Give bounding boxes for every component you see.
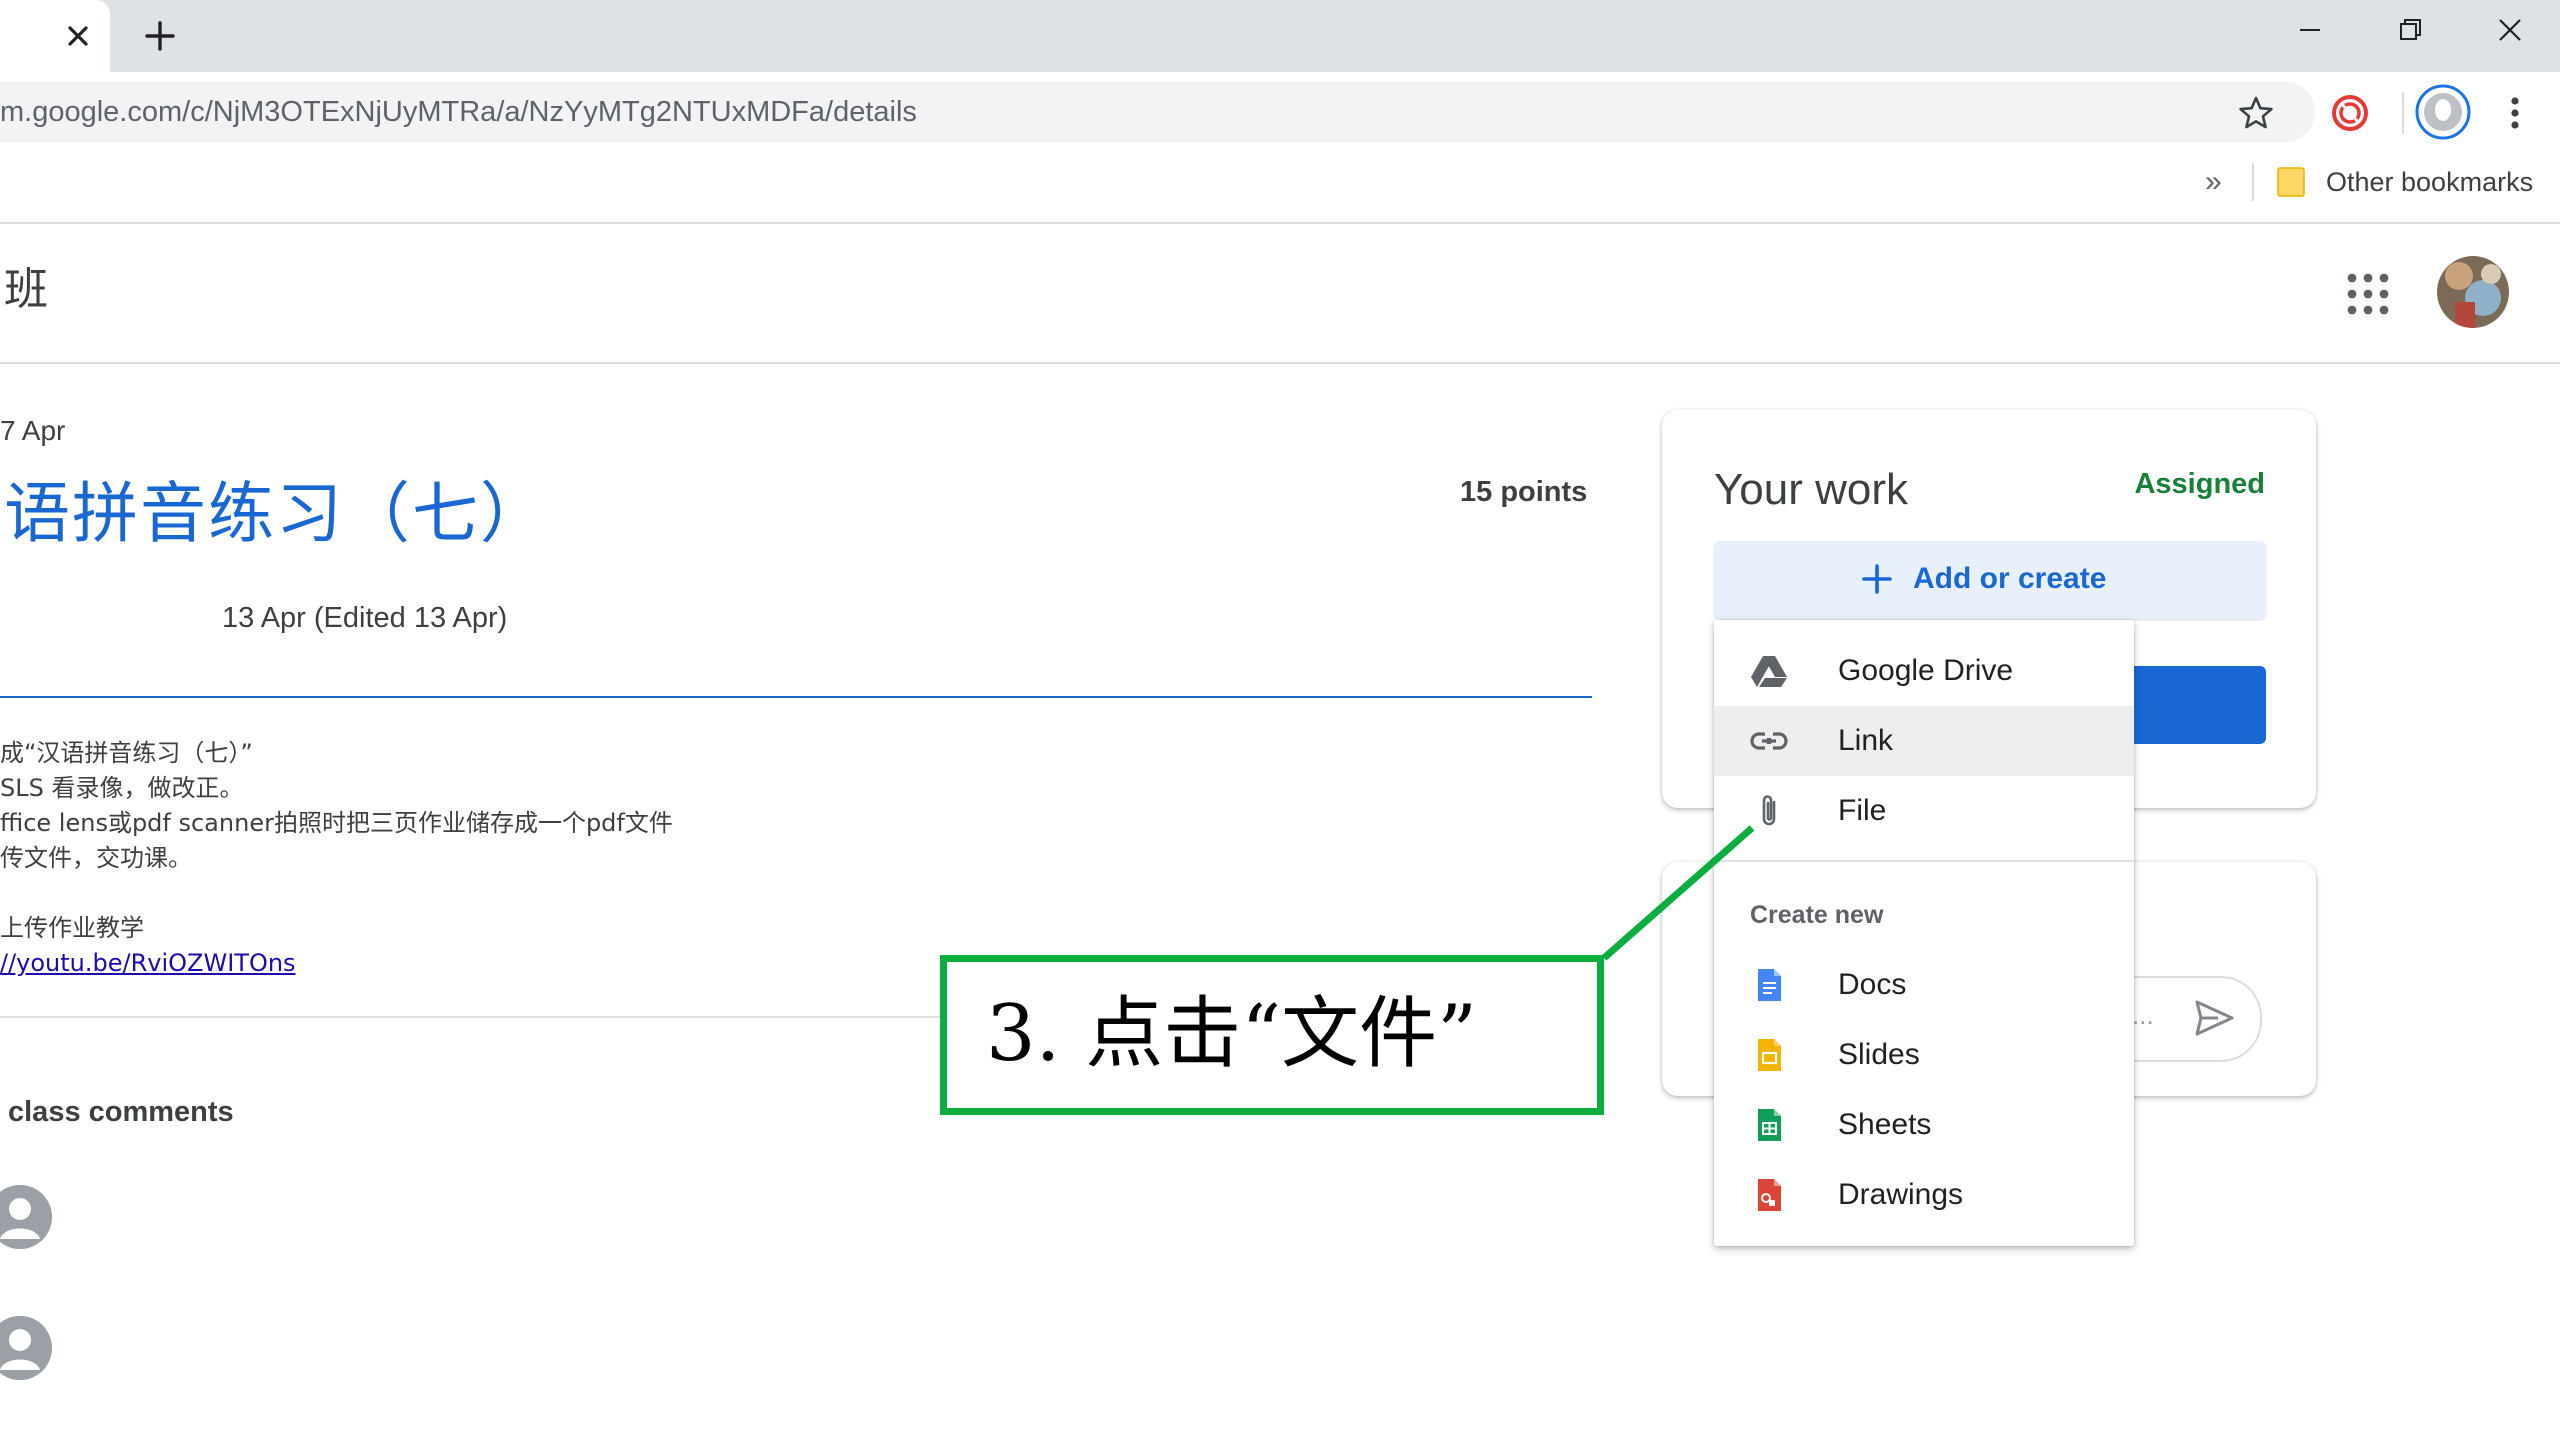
menu-item-link[interactable]: Link [1714, 706, 2134, 776]
link-icon [1750, 722, 1788, 760]
menu-item-drawings[interactable]: Drawings [1714, 1160, 2134, 1230]
add-or-create-label[interactable]: Add or create [1913, 558, 2106, 600]
menu-item-file[interactable]: File [1714, 776, 2134, 846]
bookmarks-overflow-button[interactable]: » [2205, 160, 2222, 204]
paperclip-icon [1750, 792, 1788, 830]
bookmarks-divider [2252, 163, 2254, 201]
description-line: SLS 看录像，做改正。 [0, 774, 244, 802]
browser-title-bar [0, 0, 2560, 72]
class-comments-heading: class comments [8, 1096, 234, 1128]
bookmark-star-icon[interactable] [2235, 92, 2277, 134]
assignment-description: 成“汉语拼音练习（七）” SLS 看录像，做改正。 ffice lens或pdf… [0, 736, 673, 981]
menu-item-google-drive[interactable]: Google Drive [1714, 636, 2134, 706]
menu-item-label: Link [1838, 724, 1894, 757]
your-work-title: Your work [1714, 465, 1909, 514]
slides-icon [1750, 1036, 1788, 1074]
user-avatar-icon [0, 1316, 52, 1380]
posted-date: 13 Apr (Edited 13 Apr) [222, 602, 508, 634]
menu-item-label: Google Drive [1838, 654, 2014, 687]
menu-item-docs[interactable]: Docs [1714, 950, 2134, 1020]
assignment-title: 语拼音练习（七） [4, 475, 548, 552]
sheets-icon [1750, 1106, 1788, 1144]
classroom-header [0, 224, 2560, 364]
close-window-icon[interactable] [2490, 10, 2530, 50]
description-line: 成“汉语拼音练习（七）” [0, 739, 253, 767]
due-date: 7 Apr [0, 415, 66, 446]
menu-item-sheets[interactable]: Sheets [1714, 1090, 2134, 1160]
status-badge: Assigned [2134, 468, 2265, 500]
google-apps-icon[interactable] [2344, 270, 2392, 318]
menu-item-label: Drawings [1838, 1178, 1964, 1211]
close-tab-icon[interactable] [60, 18, 96, 54]
menu-item-label: Sheets [1838, 1108, 1932, 1141]
create-new-heading: Create new [1750, 901, 1884, 929]
google-drive-icon [1750, 652, 1788, 690]
description-line: ffice lens或pdf scanner拍照时把三页作业储存成一个pdf文件 [0, 809, 673, 837]
profile-icon[interactable] [2414, 83, 2472, 141]
description-line: 上传作业教学 [0, 914, 144, 942]
address-bar-url[interactable]: m.google.com/c/NjM3OTExNjUyMTRa/a/NzYyMT… [0, 82, 917, 142]
assignment-points: 15 points [1460, 476, 1588, 508]
title-divider [0, 696, 1592, 698]
bookmarks-bar [0, 154, 2560, 224]
menu-item-slides[interactable]: Slides [1714, 1020, 2134, 1090]
menu-item-label: File [1838, 794, 1887, 827]
other-bookmarks-link[interactable]: Other bookmarks [2326, 160, 2533, 204]
new-tab-icon[interactable] [140, 16, 180, 56]
menu-item-label: Slides [1838, 1038, 1920, 1071]
comment-placeholder: ... [2132, 1000, 2154, 1030]
description-line: 传文件，交功课。 [0, 844, 192, 872]
folder-icon[interactable] [2275, 165, 2307, 199]
drawings-icon [1750, 1176, 1788, 1214]
class-name[interactable]: 班 [4, 258, 48, 322]
add-or-create-menu: Google Drive Link File Create new Docs S… [1714, 620, 2134, 1246]
toolbar-divider [2402, 92, 2404, 134]
plus-icon[interactable] [1858, 560, 1896, 598]
send-icon[interactable] [2192, 996, 2236, 1040]
menu-item-label: Docs [1838, 968, 1907, 1001]
extension-icon[interactable] [2325, 88, 2375, 138]
docs-icon [1750, 966, 1788, 1004]
menu-divider [1714, 860, 2134, 862]
minimize-icon[interactable] [2290, 10, 2330, 50]
description-line [0, 876, 673, 911]
instruction-callout-text: 3. 点击“文件” [986, 989, 1477, 1079]
browser-menu-icon[interactable] [2495, 91, 2535, 135]
restore-window-icon[interactable] [2390, 10, 2430, 50]
description-link[interactable]: //youtu.be/RviOZWITOns [0, 949, 296, 977]
account-avatar[interactable] [2437, 256, 2509, 328]
user-avatar-icon [0, 1185, 52, 1249]
